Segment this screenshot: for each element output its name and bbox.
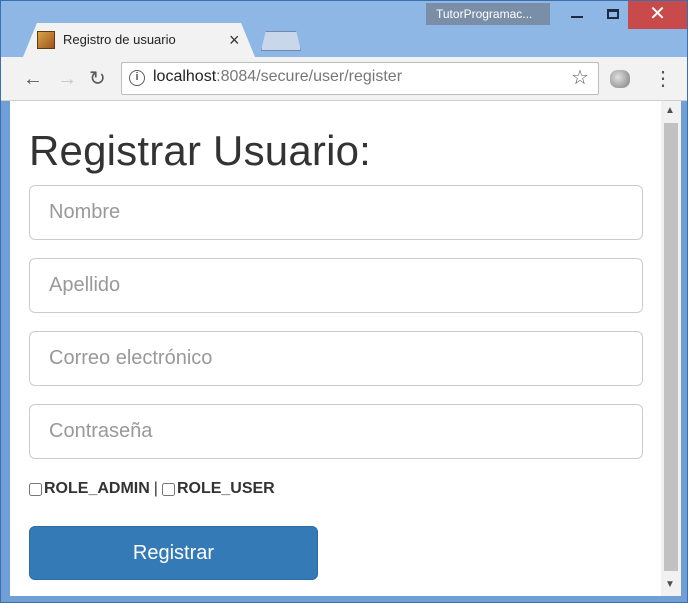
scroll-down-icon[interactable]: ▼ xyxy=(665,579,675,590)
role-user-label: ROLE_USER xyxy=(176,480,275,497)
star-icon[interactable]: ☆ xyxy=(571,65,589,90)
maximize-icon xyxy=(607,8,619,19)
minimize-icon xyxy=(571,15,583,18)
browser-window: TutorProgramac... ✕ Registro de usuario … xyxy=(0,0,688,603)
password-input[interactable] xyxy=(29,404,643,459)
scrollbar-thumb[interactable] xyxy=(664,123,678,571)
arrow-right-icon[interactable]: → xyxy=(57,65,77,93)
kebab-menu-icon[interactable]: ⋮ xyxy=(653,65,673,93)
role-admin-label: ROLE_ADMIN xyxy=(44,480,150,497)
page-title: Registrar Usuario: xyxy=(29,127,372,174)
nombre-input[interactable] xyxy=(29,185,643,240)
close-icon: ✕ xyxy=(649,3,666,25)
role-user-checkbox[interactable] xyxy=(161,482,175,496)
url-path: :8084/secure/user/register xyxy=(216,68,403,85)
minimize-button[interactable] xyxy=(559,1,595,29)
email-input[interactable] xyxy=(29,331,643,386)
info-icon[interactable]: i xyxy=(129,70,145,86)
extension-icon[interactable] xyxy=(610,70,630,88)
tab-close-icon[interactable]: × xyxy=(229,30,240,51)
url-text[interactable]: localhost:8084/secure/user/register xyxy=(153,68,402,86)
reload-icon[interactable]: ↻ xyxy=(89,65,106,93)
new-tab-button[interactable] xyxy=(261,31,301,51)
tab-title: Registro de usuario xyxy=(63,32,176,47)
maximize-button[interactable] xyxy=(595,1,631,29)
role-separator: | xyxy=(153,480,158,497)
roles-group: ROLE_ADMIN | ROLE_USER xyxy=(29,480,275,498)
url-host: localhost xyxy=(153,68,217,85)
arrow-left-icon[interactable]: ← xyxy=(23,65,43,93)
favicon-icon xyxy=(37,31,55,49)
profile-tag[interactable]: TutorProgramac... xyxy=(426,3,550,25)
registrar-button[interactable]: Registrar xyxy=(29,526,318,580)
apellido-input[interactable] xyxy=(29,258,643,313)
role-admin-checkbox[interactable] xyxy=(29,482,42,496)
scroll-up-icon[interactable]: ▲ xyxy=(665,105,675,116)
window-close-button[interactable]: ✕ xyxy=(628,1,687,29)
